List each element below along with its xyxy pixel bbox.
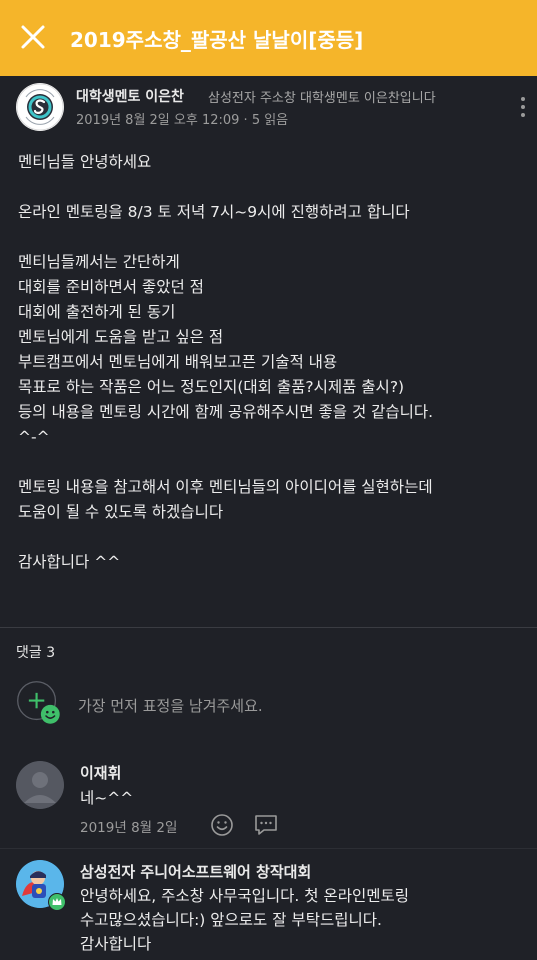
post-line: 멘티님들 안녕하세요 [18,153,152,171]
post-line: 멘티님들께서는 간단하게 [18,253,180,271]
close-icon[interactable] [18,22,48,52]
divider [0,627,537,628]
post-line: 등의 내용을 멘토링 시간에 함께 공유해주시면 좋을 것 같습니다. [18,403,434,421]
junior-sw-logo-icon [16,83,64,131]
post-line: 감사합니다 ^^ [18,553,121,571]
post-line: 멘토님에게 도움을 받고 싶은 점 [18,328,224,346]
more-options-icon[interactable] [515,94,531,120]
post-meta: 2019년 8월 2일 오후 12:09 · 5 읽음 [76,113,289,128]
author-name[interactable]: 대학생멘토 이은찬 [76,86,184,106]
verified-crown-icon [48,893,66,911]
comment-text: 수고많으셨습니다:) 앞으로도 잘 부탁드립니다. [80,911,382,929]
comment-text: 네~^^ [80,789,134,807]
reply-icon[interactable] [253,812,279,838]
post-line: 도움이 될 수 있도록 하겠습니다 [18,503,224,521]
author-avatar[interactable] [16,83,64,131]
reaction-prompt[interactable]: 가장 먼저 표정을 남겨주세요. [78,695,263,716]
post-line: 대회에 출전하게 된 동기 [18,303,176,321]
emoji-reaction-icon[interactable] [209,812,235,838]
post-line: 목표로 하는 작품은 어느 정도인지(대회 출품?시제품 출시?) [18,378,405,396]
post-line: 온라인 멘토링을 8/3 토 저녁 7시~9시에 진행하려고 합니다 [18,203,410,221]
comment-text: 안녕하세요, 주소창 사무국입니다. 첫 온라인멘토링 [80,887,410,905]
commenter-name[interactable]: 삼성전자 주니어소프트웨어 창작대회 [80,861,311,882]
app-header: 2019주소창_팔공산 날날이[중등] [0,0,537,76]
post-line: 부트캠프에서 멘토님에게 배워보고픈 기술적 내용 [18,353,338,371]
post-line: ^-^ [18,428,50,446]
comment-date: 2019년 8월 2일 [80,820,178,836]
default-avatar-icon [16,761,64,809]
post-body: 멘티님들 안녕하세요 온라인 멘토링을 8/3 토 저녁 7시~9시에 진행하려… [18,150,528,575]
author-description: 삼성전자 주소창 대학생멘토 이은찬입니다 [208,91,436,106]
page-title: 2019주소창_팔공산 날날이[중등] [70,28,364,52]
comment-separator [0,848,537,849]
comment-text: 감사합니다 [80,935,152,953]
add-reaction-icon[interactable] [16,680,64,728]
commenter-name[interactable]: 이재휘 [80,762,121,783]
commenter-avatar[interactable] [16,761,64,809]
post-line: 멘토링 내용을 참고해서 이후 멘티님들의 아이디어를 실현하는데 [18,478,433,496]
comments-count: 댓글 3 [16,645,56,661]
post-line: 대회를 준비하면서 좋았던 점 [18,278,204,296]
